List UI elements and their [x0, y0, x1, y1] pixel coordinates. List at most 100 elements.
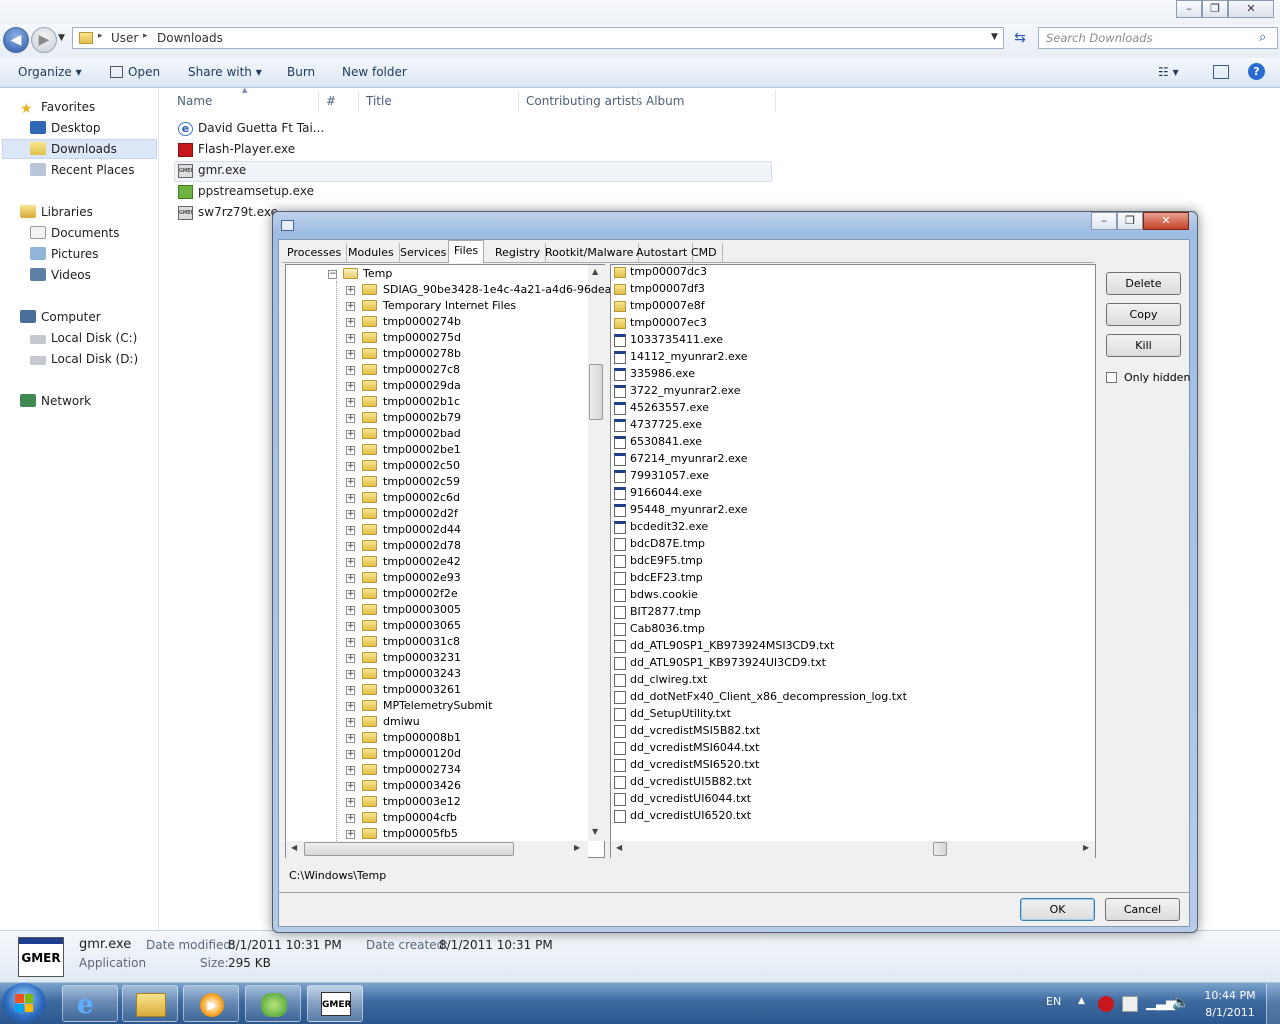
close-button[interactable]: ✕: [1228, 0, 1274, 18]
nav-documents[interactable]: Documents: [30, 226, 119, 240]
taskbar-media-player[interactable]: ▶: [183, 985, 239, 1022]
column-album[interactable]: Album: [646, 94, 684, 108]
expand-icon[interactable]: +: [346, 430, 355, 439]
back-button[interactable]: ◀: [3, 27, 29, 53]
file-list-item[interactable]: tmp00007df3: [614, 282, 705, 299]
taskbar-messenger[interactable]: [245, 985, 301, 1022]
cancel-button[interactable]: Cancel: [1105, 898, 1180, 921]
nav-desktop[interactable]: Desktop: [30, 121, 101, 135]
file-row-sw7rz79t[interactable]: GMER sw7rz79t.exe: [176, 203, 278, 223]
expand-icon[interactable]: +: [346, 750, 355, 759]
file-list-item[interactable]: 95448_myunrar2.exe: [614, 503, 747, 520]
scroll-up-icon[interactable]: ▲: [592, 267, 598, 276]
expand-icon[interactable]: +: [346, 574, 355, 583]
gmer-maximize-button[interactable]: ❐: [1117, 212, 1143, 230]
tree-horizontal-scrollbar[interactable]: ◀ ▶: [286, 841, 588, 858]
expand-icon[interactable]: +: [346, 590, 355, 599]
taskbar-explorer[interactable]: [122, 985, 178, 1022]
breadcrumb-downloads[interactable]: Downloads: [157, 31, 223, 45]
action-center-icon[interactable]: [1122, 996, 1138, 1012]
taskbar-gmer[interactable]: GMER: [307, 985, 363, 1022]
column-separator[interactable]: [518, 90, 519, 112]
expand-icon[interactable]: +: [346, 606, 355, 615]
nav-recent-places[interactable]: Recent Places: [30, 163, 134, 177]
new-folder-button[interactable]: New folder: [342, 65, 407, 79]
file-list-item[interactable]: bcdedit32.exe: [614, 520, 708, 537]
tab-files[interactable]: Files: [448, 240, 485, 263]
tree-vscroll-thumb[interactable]: [589, 364, 603, 420]
column-separator[interactable]: [638, 90, 639, 112]
expand-icon[interactable]: +: [346, 366, 355, 375]
antivirus-tray-icon[interactable]: [1098, 996, 1114, 1012]
nav-favorites[interactable]: ★ Favorites: [20, 100, 95, 117]
file-list-item[interactable]: dd_vcredistUI5B82.txt: [614, 775, 752, 792]
nav-libraries[interactable]: Libraries: [20, 205, 93, 219]
file-list-item[interactable]: tmp00007ec3: [614, 316, 707, 333]
tree-vertical-scrollbar[interactable]: ▲ ▼: [588, 265, 605, 841]
file-list-item[interactable]: 14112_myunrar2.exe: [614, 350, 747, 367]
recent-pages-chevron-icon[interactable]: ▼: [58, 33, 65, 43]
file-list-item[interactable]: dd_vcredistUI6520.txt: [614, 809, 751, 826]
column-separator[interactable]: [358, 90, 359, 112]
file-list-item[interactable]: dd_vcredistMSI6520.txt: [614, 758, 760, 775]
tab-services[interactable]: Services: [395, 243, 453, 263]
tab-autostart[interactable]: Autostart: [631, 243, 694, 263]
expand-icon[interactable]: +: [346, 414, 355, 423]
expand-icon[interactable]: +: [346, 734, 355, 743]
folder-tree[interactable]: − Temp ▲ ▼ ◀ ▶ + SDIAG_90be3428-1e4c-4a21…: [285, 264, 611, 858]
column-contributing-artists[interactable]: Contributing artists: [526, 94, 642, 108]
expand-icon[interactable]: +: [346, 350, 355, 359]
view-options-icon[interactable]: ☷ ▾: [1158, 65, 1179, 79]
expand-icon[interactable]: +: [346, 526, 355, 535]
file-list-item[interactable]: dd_clwireg.txt: [614, 673, 707, 690]
address-dropdown-icon[interactable]: ▼: [991, 32, 998, 42]
expand-icon[interactable]: +: [346, 318, 355, 327]
expand-icon[interactable]: +: [346, 638, 355, 647]
file-list-item[interactable]: 45263557.exe: [614, 401, 709, 418]
expand-icon[interactable]: +: [346, 478, 355, 487]
expand-icon[interactable]: +: [346, 782, 355, 791]
file-list-item[interactable]: dd_vcredistMSI6044.txt: [614, 741, 760, 758]
expand-icon[interactable]: +: [346, 510, 355, 519]
clock-time[interactable]: 10:44 PM: [1200, 989, 1260, 1002]
expand-icon[interactable]: +: [346, 718, 355, 727]
file-list-item[interactable]: bdcEF23.tmp: [614, 571, 703, 588]
clock-date[interactable]: 8/1/2011: [1200, 1006, 1260, 1019]
nav-network[interactable]: Network: [20, 394, 91, 408]
expand-icon[interactable]: +: [346, 830, 355, 839]
preview-pane-icon[interactable]: [1213, 65, 1229, 79]
file-list-item[interactable]: BIT2877.tmp: [614, 605, 701, 622]
open-button[interactable]: Open: [110, 65, 160, 79]
expand-icon[interactable]: +: [346, 558, 355, 567]
file-list-item[interactable]: 6530841.exe: [614, 435, 702, 452]
gmer-minimize-button[interactable]: –: [1091, 212, 1117, 230]
scroll-left-icon[interactable]: ◀: [291, 843, 297, 852]
burn-button[interactable]: Burn: [287, 65, 315, 79]
file-row-flash-player[interactable]: Flash-Player.exe: [176, 140, 295, 160]
file-list-item[interactable]: dd_ATL90SP1_KB973924MSI3CD9.txt: [614, 639, 834, 656]
file-list-item[interactable]: 67214_myunrar2.exe: [614, 452, 747, 469]
nav-videos[interactable]: Videos: [30, 268, 91, 282]
minimize-button[interactable]: –: [1176, 0, 1202, 18]
expand-icon[interactable]: +: [346, 334, 355, 343]
file-list-item[interactable]: 79931057.exe: [614, 469, 709, 486]
expand-icon[interactable]: +: [346, 542, 355, 551]
search-input[interactable]: Search Downloads ⌕: [1038, 27, 1278, 49]
scroll-left-icon[interactable]: ◀: [616, 843, 622, 852]
breadcrumb-user[interactable]: User: [111, 31, 138, 45]
tab-processes[interactable]: Processes: [282, 243, 348, 263]
column-title[interactable]: Title: [366, 94, 392, 108]
nav-pictures[interactable]: Pictures: [30, 247, 99, 261]
file-row-gmr[interactable]: GMER gmr.exe: [176, 161, 246, 181]
collapse-icon[interactable]: −: [328, 270, 337, 279]
ok-button[interactable]: OK: [1020, 898, 1095, 921]
language-indicator[interactable]: EN: [1046, 995, 1061, 1008]
list-horizontal-scrollbar[interactable]: ◀ ▶: [611, 841, 1095, 858]
tab-cmd[interactable]: CMD: [686, 243, 723, 263]
expand-icon[interactable]: +: [346, 286, 355, 295]
tree-hscroll-thumb[interactable]: [304, 842, 514, 856]
refresh-icon[interactable]: ⇆: [1010, 30, 1030, 50]
expand-icon[interactable]: +: [346, 766, 355, 775]
file-list-item[interactable]: bdws.cookie: [614, 588, 698, 605]
file-list-item[interactable]: 3722_myunrar2.exe: [614, 384, 740, 401]
